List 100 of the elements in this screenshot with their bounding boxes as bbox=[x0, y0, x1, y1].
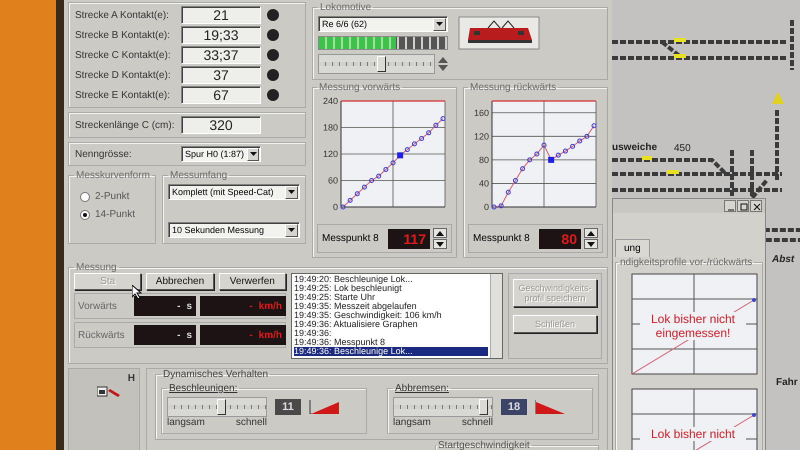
radio-label: 14-Punkt bbox=[95, 209, 136, 220]
contact-field[interactable]: 33;37 bbox=[181, 46, 261, 64]
data-point bbox=[584, 134, 590, 139]
group-title: Messumfang bbox=[169, 170, 228, 181]
y-tick-label: 60 bbox=[328, 176, 338, 186]
contact-field[interactable]: 37 bbox=[181, 66, 261, 84]
scale-dropdown[interactable]: Spur H0 (1:87) bbox=[181, 146, 261, 162]
group-title: Messung rückwärts bbox=[469, 82, 558, 93]
data-point bbox=[376, 174, 382, 179]
data-point bbox=[527, 157, 532, 162]
caret-icon bbox=[288, 228, 295, 232]
point-label: Messpunkt 8 bbox=[322, 233, 379, 244]
y-tick-label: 180 bbox=[322, 122, 338, 132]
scrollbar[interactable] bbox=[490, 274, 502, 358]
contact-field[interactable]: 67 bbox=[181, 86, 261, 104]
falling-ramp-icon bbox=[535, 400, 565, 414]
fast-label: schnell bbox=[236, 417, 267, 428]
data-point bbox=[506, 190, 511, 195]
y-tick-label: 0 bbox=[484, 202, 489, 212]
track-label: Fahr bbox=[776, 377, 798, 388]
rising-ramp-icon bbox=[309, 400, 339, 414]
spin-buttons[interactable] bbox=[433, 228, 447, 249]
data-point bbox=[592, 123, 596, 128]
data-point bbox=[362, 184, 367, 190]
group-title: Messkurvenform bbox=[75, 170, 151, 181]
data-point bbox=[426, 130, 432, 136]
maximize-icon[interactable] bbox=[737, 200, 749, 212]
caret-icon bbox=[250, 152, 257, 156]
log-entry[interactable]: 19:49:20: Beschleunige Lok... bbox=[294, 275, 488, 284]
contact-label: Strecke A Kontakt(e): bbox=[75, 10, 170, 20]
indicator-light bbox=[267, 49, 279, 61]
log-entry[interactable]: 19:49:36: Beschleunige Lok... bbox=[294, 347, 488, 356]
point-label: Messpunkt 8 bbox=[473, 233, 530, 244]
log-entry[interactable]: 19:49:25: Lok beschleunigt bbox=[294, 284, 488, 293]
slider-thumb[interactable] bbox=[377, 56, 386, 72]
contact-label: Strecke B Kontakt(e): bbox=[75, 30, 172, 40]
scale-label: Nenngrösse: bbox=[75, 148, 133, 160]
measure-button[interactable]: Verwerfen bbox=[218, 273, 286, 290]
locomotive-dropdown[interactable]: Re 6/6 (62) bbox=[318, 16, 448, 32]
radio-button[interactable] bbox=[80, 210, 90, 220]
contact-field[interactable]: 19;33 bbox=[181, 26, 261, 44]
tab[interactable]: ung bbox=[615, 239, 650, 257]
data-point bbox=[498, 203, 504, 208]
mouse-cursor-icon bbox=[132, 285, 142, 299]
close-icon[interactable] bbox=[750, 200, 762, 212]
data-point bbox=[419, 136, 424, 142]
group-title: Dynamisches Verhalten bbox=[162, 369, 270, 380]
log-list[interactable] bbox=[291, 273, 503, 359]
data-point bbox=[542, 142, 546, 148]
slider-label: Beschleunigen: bbox=[168, 383, 238, 394]
log-entry[interactable]: 19:49:36: bbox=[294, 329, 488, 338]
spin-buttons[interactable] bbox=[584, 228, 598, 249]
track-label: Abst bbox=[772, 254, 794, 265]
group-title: Messung vorwärts bbox=[318, 82, 402, 93]
track-label: usweiche bbox=[612, 142, 658, 153]
data-point bbox=[492, 204, 496, 210]
fast-label: schnell bbox=[462, 417, 493, 428]
direction-label: Vorwärts bbox=[78, 300, 118, 312]
log-entry[interactable]: 19:49:35: Geschwindigkeit: 106 km/h bbox=[294, 311, 488, 320]
log-entry[interactable]: 19:49:35: Messzeit abgelaufen bbox=[294, 302, 488, 311]
track-label: 450 bbox=[674, 143, 691, 154]
data-point bbox=[404, 147, 410, 152]
contact-field[interactable]: 21 bbox=[181, 6, 261, 24]
time-display: - s bbox=[134, 325, 196, 345]
log-entry[interactable]: 19:49:36: Aktualisiere Graphen bbox=[294, 320, 488, 329]
speed-display: - km/h bbox=[200, 325, 286, 345]
train-icon bbox=[97, 385, 121, 397]
y-tick-label: 0 bbox=[332, 202, 338, 212]
data-point bbox=[577, 138, 582, 144]
dynamics-slider[interactable] bbox=[393, 397, 493, 417]
slider-thumb[interactable] bbox=[478, 399, 488, 415]
data-point bbox=[512, 178, 518, 183]
group-title: Messung bbox=[75, 262, 118, 273]
contact-label: Strecke E Kontakt(e): bbox=[75, 90, 172, 100]
measure-button[interactable]: Abbrechen bbox=[146, 273, 214, 290]
value-display: 11 bbox=[275, 399, 301, 415]
duration-dropdown[interactable]: 10 Sekunden Messung bbox=[168, 222, 300, 238]
y-tick-label: 120 bbox=[322, 149, 338, 159]
minimize-icon[interactable] bbox=[724, 200, 736, 212]
triangle-signal-icon bbox=[772, 92, 784, 104]
dynamics-slider[interactable] bbox=[167, 397, 267, 417]
log-entry[interactable]: 19:49:25: Starte Uhr bbox=[294, 293, 488, 302]
log-entry[interactable]: 19:49:36: Messpunkt 8 bbox=[294, 338, 488, 347]
data-point bbox=[354, 191, 360, 196]
data-point bbox=[412, 141, 417, 146]
data-point bbox=[556, 152, 561, 158]
indicator-light bbox=[267, 89, 279, 101]
data-point bbox=[383, 166, 388, 172]
data-point bbox=[570, 144, 576, 149]
length-field[interactable]: 320 bbox=[181, 116, 261, 134]
data-point bbox=[369, 178, 374, 183]
slow-label: langsam bbox=[393, 417, 431, 428]
data-point bbox=[534, 152, 540, 156]
throttle-slider[interactable] bbox=[318, 54, 435, 74]
slow-label: langsam bbox=[167, 417, 205, 428]
panel-letter: H bbox=[128, 373, 135, 384]
up-down-arrow-icon[interactable] bbox=[438, 57, 448, 71]
slider-thumb[interactable] bbox=[216, 399, 226, 415]
scope-dropdown[interactable]: Komplett (mit Speed-Cat) bbox=[168, 184, 300, 200]
radio-button[interactable] bbox=[80, 192, 90, 202]
